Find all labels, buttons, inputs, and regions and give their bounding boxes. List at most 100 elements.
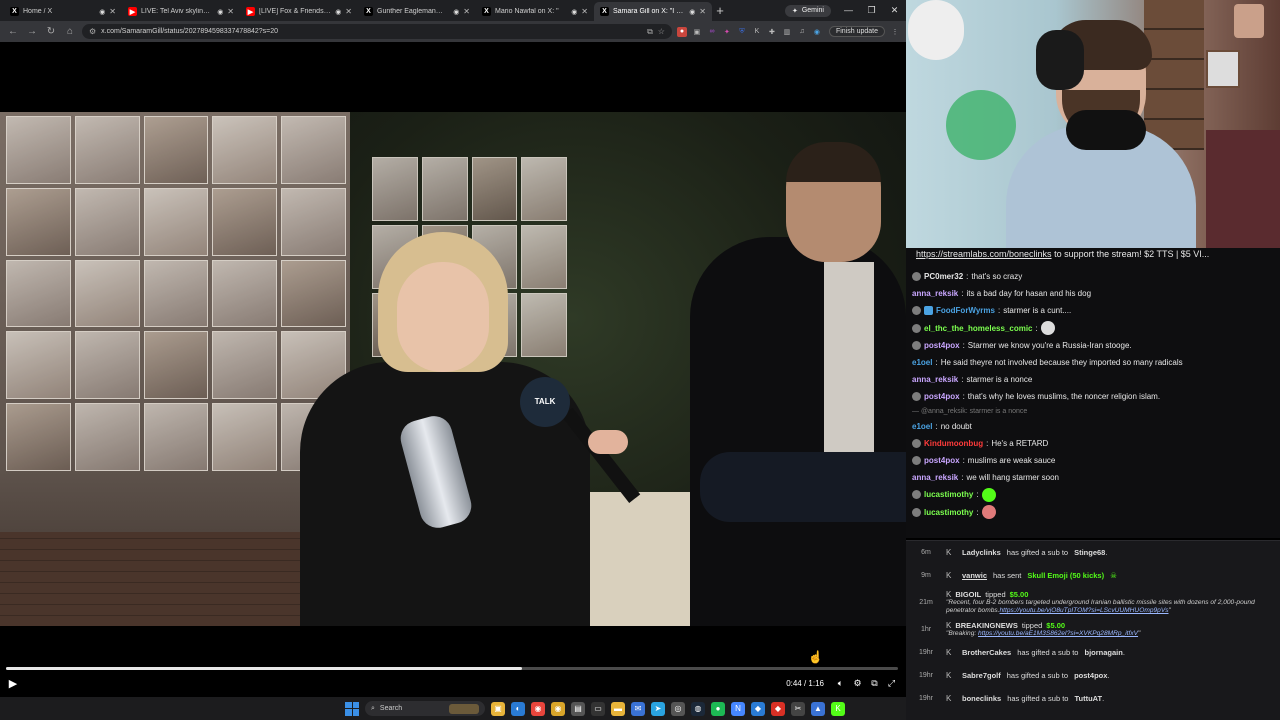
chat-username[interactable]: post4pox [924, 392, 960, 401]
chat-text: He said theyre not involved because they… [940, 358, 1183, 368]
mail-icon[interactable]: ✉ [631, 701, 645, 716]
close-tab-icon[interactable]: ✕ [699, 7, 706, 16]
tab-1[interactable]: ▶ LIVE: Tel Aviv skyline view as Ira ◉✕ [122, 2, 240, 21]
video-progress-bar[interactable] [6, 667, 898, 670]
maximize-button[interactable]: ❐ [860, 5, 883, 16]
event-age: 6m [921, 549, 931, 556]
new-tab-button[interactable]: + [712, 3, 728, 19]
video-player[interactable]: TALK ▶ 0:44 / 1:16 🔈︎ ⚙ ⧉ ⤢ ☝ [0, 42, 906, 692]
edge-icon[interactable]: ◐ [511, 701, 525, 716]
split-view-icon[interactable]: ▥ [782, 27, 792, 37]
chat-username[interactable]: lucastimothy [924, 508, 973, 517]
chat-username[interactable]: e1oel [912, 358, 932, 367]
vscode-icon[interactable]: ◆ [751, 701, 765, 716]
gemini-button[interactable]: ✦ Gemini [784, 4, 831, 17]
chat-username[interactable]: PC0mer32 [924, 272, 963, 281]
tipper-name[interactable]: BIGOIL [955, 590, 981, 599]
volume-icon[interactable]: 🔈︎ [832, 676, 849, 690]
taskbar-search[interactable]: ⌕ Search [365, 701, 485, 716]
fullscreen-icon[interactable]: ⤢ [883, 676, 900, 690]
menu-kebab-icon[interactable]: ⋮ [890, 27, 900, 37]
event-username[interactable]: vanwic [962, 571, 987, 580]
tip-link[interactable]: https://youtu.be/aE1M3S862eI?si=XVKPq28M… [978, 630, 1138, 637]
nordvpn-icon[interactable]: N [731, 701, 745, 716]
extension-badge-icon[interactable]: ▣ [692, 27, 702, 37]
event-target[interactable]: Stinge68 [1074, 548, 1105, 557]
chrome-canary-icon[interactable]: ◉ [551, 701, 565, 716]
chat-username[interactable]: post4pox [924, 341, 960, 350]
extensions-puzzle-icon[interactable]: ✚ [767, 27, 777, 37]
chat-username[interactable]: anna_reksik [912, 289, 958, 298]
webcam-overlay [906, 0, 1280, 248]
file-explorer-icon[interactable]: ▣ [491, 701, 505, 716]
close-tab-icon[interactable]: ✕ [345, 7, 352, 16]
site-info-icon[interactable]: ⚙ [89, 27, 96, 36]
chat-username[interactable]: anna_reksik [912, 473, 958, 482]
settings-gear-icon[interactable]: ⚙ [849, 676, 866, 690]
spotify-icon[interactable]: ● [711, 701, 725, 716]
terminal-icon[interactable]: ▭ [591, 701, 605, 716]
store-icon[interactable]: ▤ [571, 701, 585, 716]
extension-k-icon[interactable]: K [752, 27, 762, 37]
reload-icon[interactable]: ↻ [44, 25, 58, 39]
memorial-poster [143, 116, 209, 184]
media-controls-icon[interactable]: ♫ [797, 27, 807, 37]
home-icon[interactable]: ⌂ [63, 25, 77, 39]
address-bar[interactable]: ⚙ x.com/SamaramGill/status/2027894598337… [82, 24, 672, 39]
memorial-poster [143, 331, 209, 400]
steam-icon[interactable]: ◍ [691, 701, 705, 716]
play-icon[interactable]: ▶ [6, 676, 20, 690]
tip-link[interactable]: https://youtu.be/vjO8uTpITOM?si=LScvUUMH… [1000, 607, 1169, 614]
picture-in-picture-icon[interactable]: ⧉ [866, 676, 883, 690]
event-target[interactable]: bjornagain [1084, 648, 1122, 657]
event-target[interactable]: TuttuAT [1074, 694, 1102, 703]
streamlabs-link[interactable]: https://streamlabs.com/boneclinks [916, 249, 1052, 259]
close-tab-icon[interactable]: ✕ [463, 7, 470, 16]
kick-icon[interactable]: K [831, 701, 845, 716]
start-button[interactable] [345, 701, 359, 716]
chat-username[interactable]: FoodForWyrms [936, 306, 995, 315]
chat-username[interactable]: el_thc_the_homeless_comic [924, 324, 1033, 333]
event-username[interactable]: Sabre7golf [962, 671, 1001, 680]
chat-username[interactable]: post4pox [924, 456, 960, 465]
close-tab-icon[interactable]: ✕ [581, 7, 588, 16]
event-username[interactable]: BrotherCakes [962, 648, 1011, 657]
chat-username[interactable]: e1oel [912, 422, 932, 431]
event-target[interactable]: post4pox [1074, 671, 1107, 680]
event-target[interactable]: Skull Emoji (50 kicks) [1027, 571, 1104, 580]
telegram-icon[interactable]: ➤ [651, 701, 665, 716]
install-icon[interactable]: ⧉ [647, 27, 653, 37]
tipper-name[interactable]: BREAKINGNEWS [955, 621, 1018, 630]
tab-2[interactable]: ▶ [LIVE] Fox & Friends 03/01/20 ◉✕ [240, 2, 358, 21]
photos-icon[interactable]: ▲ [811, 701, 825, 716]
extension-shield-icon[interactable]: ⛨ [737, 27, 747, 37]
forward-icon[interactable]: → [25, 25, 39, 39]
video-frame[interactable]: TALK [0, 112, 906, 626]
close-window-button[interactable]: ✕ [883, 5, 906, 16]
event-username[interactable]: Ladyclinks [962, 548, 1001, 557]
finish-update-button[interactable]: Finish update [828, 26, 885, 37]
folder-icon[interactable]: ▬ [611, 701, 625, 716]
tab-0[interactable]: X Home / X ◉ ✕ [4, 2, 122, 21]
maps-icon[interactable]: ◆ [771, 701, 785, 716]
tab-5[interactable]: X Samara Gill on X: "I LO ◉ ✕ [594, 2, 712, 21]
bookmark-star-icon[interactable]: ☆ [658, 27, 665, 36]
extension-pink-icon[interactable]: ✦ [722, 27, 732, 37]
event-username[interactable]: boneclinks [962, 694, 1001, 703]
profile-avatar-icon[interactable]: ◉ [812, 27, 822, 37]
chrome-icon[interactable]: ◉ [531, 701, 545, 716]
snipping-icon[interactable]: ✂ [791, 701, 805, 716]
close-tab-icon[interactable]: ✕ [109, 7, 116, 16]
close-tab-icon[interactable]: ✕ [227, 7, 234, 16]
back-icon[interactable]: ← [6, 25, 20, 39]
extension-glasses-icon[interactable]: ∞ [707, 27, 717, 37]
chat-username[interactable]: anna_reksik [912, 375, 958, 384]
chat-username[interactable]: lucastimothy [924, 490, 973, 499]
minimize-button[interactable]: — [837, 5, 860, 16]
chat-text: He's a RETARD [991, 438, 1049, 448]
chat-username[interactable]: Kindumoonbug [924, 439, 983, 448]
tab-3[interactable]: X Gunther Eagleman™ on X ◉✕ [358, 2, 476, 21]
obs-icon[interactable]: ◎ [671, 701, 685, 716]
extension-record-icon[interactable]: ● [676, 26, 687, 37]
tab-4[interactable]: X Mario Nawfal on X: " ◉ ✕ [476, 2, 594, 21]
